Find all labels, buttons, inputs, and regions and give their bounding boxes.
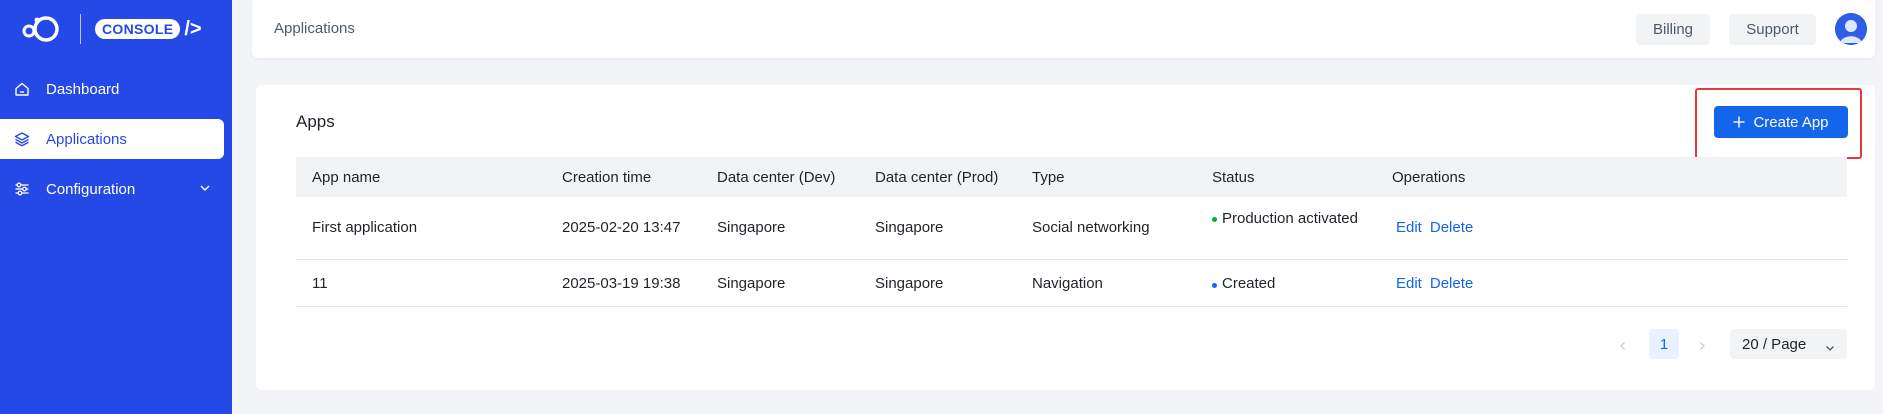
page-size-select[interactable]: 20 / Page <box>1730 329 1847 359</box>
app-name-cell: First application <box>312 219 418 236</box>
prev-page-button[interactable] <box>1609 332 1637 360</box>
app-name-cell: 11 <box>312 275 328 292</box>
table-header: App name Creation time Data center (Dev)… <box>296 157 1847 197</box>
operations-cell: Edit Delete <box>1392 275 1473 292</box>
apps-card: Apps Create App App name Creation time D… <box>256 85 1875 390</box>
dc-dev-cell: Singapore <box>717 219 786 236</box>
sidebar-item-dashboard[interactable]: Dashboard <box>0 69 224 109</box>
page-number-button[interactable]: 1 <box>1649 329 1679 359</box>
support-button[interactable]: Support <box>1729 14 1816 45</box>
sidebar-item-label: Dashboard <box>46 80 120 98</box>
chevron-down-icon <box>198 181 212 199</box>
home-icon <box>12 79 32 99</box>
logo-divider <box>80 14 81 44</box>
chevron-down-icon <box>1825 340 1835 357</box>
create-app-label: Create App <box>1753 113 1829 131</box>
operations-cell: Edit Delete <box>1392 219 1473 236</box>
sidebar: CONSOLE /> Dashboard Applications Config… <box>0 0 232 414</box>
chevron-right-icon <box>1700 342 1705 350</box>
sidebar-item-label: Applications <box>46 130 127 148</box>
logo[interactable]: CONSOLE /> <box>20 14 202 44</box>
logo-mark-icon <box>20 14 64 44</box>
edit-link[interactable]: Edit <box>1396 275 1422 292</box>
column-header: Data center (Dev) <box>717 169 836 186</box>
dc-dev-cell: Singapore <box>717 275 786 292</box>
plus-icon <box>1733 113 1745 131</box>
creation-time-cell: 2025-03-19 19:38 <box>562 275 681 292</box>
table-row: First application 2025-02-20 13:47 Singa… <box>296 197 1847 260</box>
sliders-icon <box>12 179 32 199</box>
column-header: Status <box>1212 169 1255 186</box>
next-page-button[interactable] <box>1688 332 1716 360</box>
page-title: Apps <box>296 112 335 131</box>
column-header: Type <box>1032 169 1065 186</box>
type-cell: Navigation <box>1032 275 1103 292</box>
edit-link[interactable]: Edit <box>1396 219 1422 236</box>
column-header: Creation time <box>562 169 652 186</box>
console-badge: CONSOLE /> <box>95 19 202 39</box>
top-header: Applications Billing Support <box>252 0 1875 58</box>
creation-time-cell: 2025-02-20 13:47 <box>562 219 681 236</box>
user-avatar-icon <box>1835 13 1867 45</box>
status-badge: Production activated <box>1212 208 1372 229</box>
billing-button[interactable]: Billing <box>1636 14 1710 45</box>
status-dot-icon <box>1212 217 1217 222</box>
page-size-value: 20 / Page <box>1742 335 1807 353</box>
chevron-left-icon <box>1620 342 1625 350</box>
dc-prod-cell: Singapore <box>875 275 944 292</box>
column-header: Operations <box>1392 169 1466 186</box>
status-dot-icon <box>1212 283 1217 288</box>
type-cell: Social networking <box>1032 219 1150 236</box>
table-row: 11 2025-03-19 19:38 Singapore Singapore … <box>296 260 1847 307</box>
sidebar-item-applications[interactable]: Applications <box>0 119 224 159</box>
delete-link[interactable]: Delete <box>1430 219 1473 236</box>
layers-icon <box>12 129 32 149</box>
console-badge-slash: /> <box>184 18 202 40</box>
column-header: Data center (Prod) <box>875 169 999 186</box>
apps-table: App name Creation time Data center (Dev)… <box>296 157 1847 307</box>
status-text: Created <box>1222 275 1276 292</box>
delete-link[interactable]: Delete <box>1430 275 1473 292</box>
avatar[interactable] <box>1835 13 1867 45</box>
status-badge: Created <box>1212 275 1275 292</box>
sidebar-item-label: Configuration <box>46 180 136 198</box>
column-header: App name <box>312 169 381 186</box>
dc-prod-cell: Singapore <box>875 219 944 236</box>
status-text: Production activated <box>1222 210 1358 227</box>
sidebar-item-configuration[interactable]: Configuration <box>0 169 224 209</box>
breadcrumb[interactable]: Applications <box>274 20 355 37</box>
create-app-button[interactable]: Create App <box>1714 106 1848 138</box>
console-badge-text: CONSOLE <box>95 19 181 39</box>
